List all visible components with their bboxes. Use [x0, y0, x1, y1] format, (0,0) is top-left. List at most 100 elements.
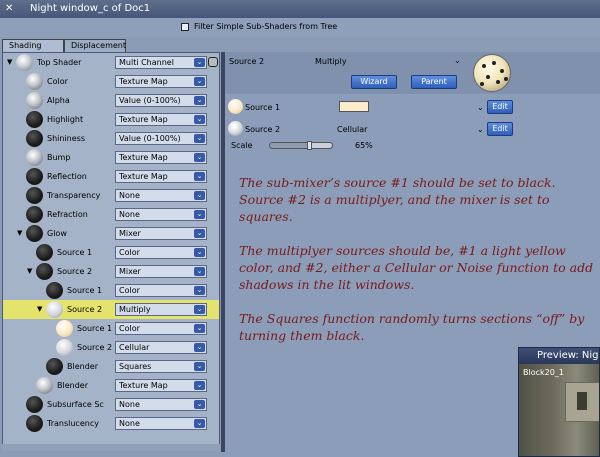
peach-sphere-icon [228, 99, 243, 114]
chevron-down-icon[interactable]: ⌄ [194, 400, 205, 409]
tree-row[interactable]: Reflection Texture Map ⌄ [3, 167, 219, 186]
shader-type-value: Value (0-100%) [119, 134, 181, 143]
chevron-down-icon[interactable]: ⌄ [194, 134, 205, 143]
source2-value: Cellular [337, 125, 368, 134]
shader-type-value: None [119, 400, 140, 409]
black-sphere-icon [26, 187, 43, 204]
tree-row[interactable]: Shininess Value (0-100%) ⌄ [3, 129, 219, 148]
chevron-down-icon[interactable]: ⌄ [194, 115, 205, 124]
shader-type-select[interactable]: Texture Map ⌄ [115, 379, 207, 392]
tree-row[interactable]: ▼ Source 2 Mixer ⌄ [3, 262, 219, 281]
filter-checkbox[interactable] [181, 23, 189, 31]
shader-type-value: Cellular [119, 343, 150, 352]
preview-window[interactable]: Preview: Nig Block20_1 [518, 347, 600, 457]
shader-type-select[interactable]: Mixer ⌄ [115, 265, 207, 278]
shader-type-select[interactable]: Color ⌄ [115, 246, 207, 259]
close-icon[interactable]: ✕ [5, 3, 13, 14]
expand-triangle-icon[interactable]: ▼ [7, 58, 12, 66]
chevron-down-icon[interactable]: ⌄ [194, 362, 205, 371]
tree-row[interactable]: Blender Texture Map ⌄ [3, 376, 219, 395]
chevron-down-icon[interactable]: ⌄ [194, 229, 205, 238]
shader-type-value: Multi Channel [119, 58, 174, 67]
chevron-down-icon[interactable]: ⌄ [194, 77, 205, 86]
tree-row[interactable]: Subsurface Sc None ⌄ [3, 395, 219, 414]
expand-triangle-icon[interactable]: ▼ [17, 229, 22, 237]
tree-row[interactable]: Source 1 Color ⌄ [3, 243, 219, 262]
source1-edit-button[interactable]: Edit [487, 100, 513, 114]
shader-type-select[interactable]: None ⌄ [115, 208, 207, 221]
sphere-icon [26, 73, 43, 90]
chevron-down-icon[interactable]: ⌄ [194, 96, 205, 105]
chevron-down-icon[interactable]: ⌄ [194, 305, 205, 314]
printer-icon[interactable] [208, 57, 218, 67]
tree-row[interactable]: Source 1 Color ⌄ [3, 319, 219, 338]
source1-color-swatch[interactable] [339, 101, 369, 112]
tree-row[interactable]: Highlight Texture Map ⌄ [3, 110, 219, 129]
spot-mark [492, 61, 496, 65]
tree-row[interactable]: Bump Texture Map ⌄ [3, 148, 219, 167]
tree-row[interactable]: Alpha Value (0-100%) ⌄ [3, 91, 219, 110]
preview-title[interactable]: Preview: Nig [519, 348, 599, 364]
chevron-down-icon[interactable]: ⌄ [194, 343, 205, 352]
tree-row[interactable]: Color Texture Map ⌄ [3, 72, 219, 91]
tree-row-label: Source 2 [77, 343, 113, 352]
instruction-notes: The sub-mixer’s source #1 should be set … [239, 174, 599, 361]
tree-row[interactable]: Translucency None ⌄ [3, 414, 219, 433]
source2-edit-button[interactable]: Edit [487, 122, 513, 136]
shader-type-select[interactable]: Color ⌄ [115, 284, 207, 297]
shader-type-value: Texture Map [119, 115, 168, 124]
chevron-down-icon[interactable]: ⌄ [194, 324, 205, 333]
shader-type-select[interactable]: Texture Map ⌄ [115, 170, 207, 183]
tab-displacement[interactable]: Displacement [64, 39, 126, 53]
window-titlebar[interactable]: ✕ Night window_c of Doc1 [0, 0, 600, 18]
chevron-down-icon[interactable]: ⌄ [194, 286, 205, 295]
parent-button[interactable]: Parent [411, 75, 457, 89]
shader-type-select[interactable]: None ⌄ [115, 189, 207, 202]
horizontal-scrollbar[interactable] [2, 444, 220, 451]
shader-type-select[interactable]: Multi Channel ⌄ [115, 56, 207, 69]
tree-row[interactable]: Blender Squares ⌄ [3, 357, 219, 376]
tab-shading[interactable]: Shading [2, 39, 64, 53]
tree-row[interactable]: ▼ Source 2 Multiply ⌄ [3, 300, 219, 319]
tree-row[interactable]: Source 2 Cellular ⌄ [3, 338, 219, 357]
scale-slider[interactable] [269, 141, 333, 150]
shader-type-value: Texture Map [119, 381, 168, 390]
chevron-down-icon[interactable]: ⌄ [194, 381, 205, 390]
chevron-down-icon[interactable]: ⌄ [477, 103, 484, 112]
black-sphere-icon [26, 415, 43, 432]
chevron-down-icon[interactable]: ⌄ [194, 153, 205, 162]
shader-type-select[interactable]: Texture Map ⌄ [115, 75, 207, 88]
shader-type-select[interactable]: Squares ⌄ [115, 360, 207, 373]
chevron-down-icon[interactable]: ⌄ [194, 172, 205, 181]
shader-type-select[interactable]: Value (0-100%) ⌄ [115, 132, 207, 145]
chevron-down-icon[interactable]: ⌄ [194, 210, 205, 219]
shader-type-select[interactable]: Texture Map ⌄ [115, 113, 207, 126]
tree-row[interactable]: Source 1 Color ⌄ [3, 281, 219, 300]
chevron-down-icon[interactable]: ⌄ [194, 248, 205, 257]
header-mode-label[interactable]: Multiply [315, 57, 347, 66]
chevron-down-icon[interactable]: ⌄ [194, 419, 205, 428]
wizard-button[interactable]: Wizard [351, 75, 397, 89]
tree-row[interactable]: ▼ Glow Mixer ⌄ [3, 224, 219, 243]
chevron-down-icon[interactable]: ⌄ [194, 191, 205, 200]
tree-row[interactable]: Transparency None ⌄ [3, 186, 219, 205]
expand-triangle-icon[interactable]: ▼ [37, 305, 42, 313]
shader-type-select[interactable]: Mixer ⌄ [115, 227, 207, 240]
shader-type-select[interactable]: Color ⌄ [115, 322, 207, 335]
shader-type-select[interactable]: None ⌄ [115, 417, 207, 430]
chevron-down-icon[interactable]: ⌄ [454, 56, 461, 65]
shader-type-select[interactable]: Multiply ⌄ [115, 303, 207, 316]
chevron-down-icon[interactable]: ⌄ [194, 58, 205, 67]
chevron-down-icon[interactable]: ⌄ [194, 267, 205, 276]
expand-triangle-icon[interactable]: ▼ [27, 267, 32, 275]
shader-type-select[interactable]: None ⌄ [115, 398, 207, 411]
chevron-down-icon[interactable]: ⌄ [477, 125, 484, 134]
shader-type-select[interactable]: Cellular ⌄ [115, 341, 207, 354]
note-paragraph: The Squares function randomly turns sect… [239, 311, 585, 343]
shader-tree-panel: ▼ Top Shader Multi Channel ⌄ Color Texture Ma… [2, 52, 220, 450]
tree-row[interactable]: ▼ Top Shader Multi Channel ⌄ [3, 53, 219, 72]
shader-type-select[interactable]: Texture Map ⌄ [115, 151, 207, 164]
tree-row[interactable]: Refraction None ⌄ [3, 205, 219, 224]
shader-type-select[interactable]: Value (0-100%) ⌄ [115, 94, 207, 107]
slider-thumb[interactable] [307, 141, 313, 150]
